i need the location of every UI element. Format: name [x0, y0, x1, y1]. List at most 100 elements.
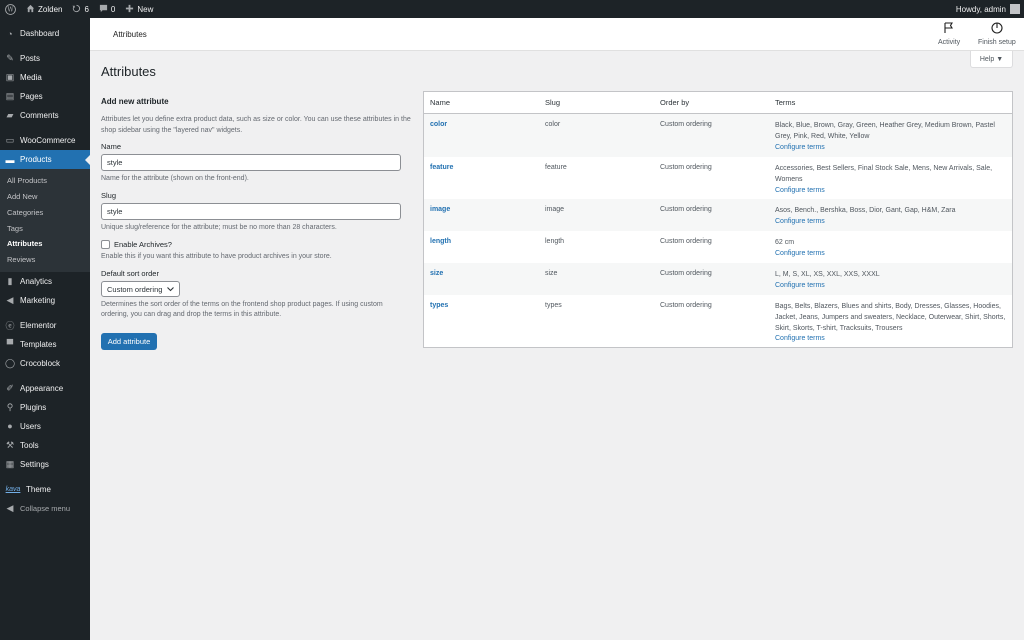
analytics-icon: ▮	[7, 275, 13, 286]
table-row: color color Custom ordering Black, Blue,…	[424, 114, 1012, 157]
menu-collapse[interactable]: ◀ Collapse menu	[0, 499, 90, 518]
menu-comments[interactable]: ▰ Comments	[0, 106, 90, 125]
attribute-name-link[interactable]: length	[424, 238, 539, 245]
configure-terms-link[interactable]: Configure terms	[775, 334, 1006, 345]
menu-label: Templates	[20, 339, 57, 349]
site-name-link[interactable]: Zolden	[21, 0, 67, 18]
updates-count: 6	[84, 4, 89, 14]
attribute-order: Custom ordering	[660, 164, 712, 171]
attributes-table: Name Slug Order by Terms color color Cus…	[423, 91, 1013, 348]
menu-analytics[interactable]: ▮ Analytics	[0, 272, 90, 291]
configure-terms-link[interactable]: Configure terms	[775, 281, 1006, 292]
finish-setup-button[interactable]: Finish setup	[978, 22, 1016, 46]
kava-logo-icon: kava	[5, 485, 21, 493]
enable-archives-label[interactable]: Enable Archives?	[114, 240, 172, 249]
wordpress-logo-icon[interactable]: W	[0, 0, 21, 18]
submenu-all-products[interactable]: All Products	[0, 173, 90, 189]
attribute-name-link[interactable]: color	[424, 121, 539, 128]
table-row: feature feature Custom ordering Accessor…	[424, 157, 1012, 199]
plugin-icon: ⚲	[6, 401, 14, 412]
media-icon: ▣	[5, 72, 15, 82]
attribute-order: Custom ordering	[660, 238, 712, 245]
archives-field-group: Enable Archives? Enable this if you want…	[101, 240, 411, 262]
menu-dashboard[interactable]: ◔ Dashboard	[0, 24, 90, 43]
menu-media[interactable]: ▣ Media	[0, 68, 90, 87]
attribute-name-link[interactable]: feature	[424, 164, 539, 171]
menu-tools[interactable]: ⚒ Tools	[0, 436, 90, 455]
crocoblock-icon: ◯	[4, 357, 16, 368]
menu-crocoblock[interactable]: ◯ Crocoblock	[0, 354, 90, 373]
attribute-name-link[interactable]: types	[424, 302, 539, 309]
pages-icon: ▤	[5, 91, 15, 101]
submenu-tags[interactable]: Tags	[0, 220, 90, 236]
menu-posts[interactable]: ✎ Posts	[0, 49, 90, 68]
attribute-terms-cell: L, M, S, XL, XS, XXL, XXS, XXXL Configur…	[769, 270, 1012, 292]
menu-products[interactable]: ▬ Products	[0, 150, 90, 169]
configure-terms-link[interactable]: Configure terms	[775, 143, 1006, 154]
comment-icon: ▰	[6, 110, 14, 120]
collapse-icon: ◀	[6, 502, 14, 513]
comments-link[interactable]: 0	[94, 0, 120, 18]
slug-input[interactable]: style	[101, 203, 401, 220]
sort-order-select[interactable]: Custom ordering	[101, 281, 180, 297]
attribute-terms: 62 cm	[775, 239, 795, 246]
enable-archives-row: Enable Archives?	[101, 240, 411, 249]
updates-link[interactable]: 6	[67, 0, 93, 18]
menu-settings[interactable]: ▦ Settings	[0, 455, 90, 474]
folder-icon: ▀	[6, 339, 14, 349]
table-row: image image Custom ordering Asos, Bench.…	[424, 199, 1012, 231]
menu-pages[interactable]: ▤ Pages	[0, 87, 90, 106]
menu-appearance[interactable]: ✐ Appearance	[0, 379, 90, 398]
menu-woocommerce[interactable]: ▭ WooCommerce	[0, 131, 90, 150]
settings-icon: ▦	[5, 458, 15, 469]
submenu-categories[interactable]: Categories	[0, 205, 90, 221]
woocommerce-header: Attributes Activity Finish setup	[90, 18, 1024, 51]
submenu-reviews[interactable]: Reviews	[0, 252, 90, 268]
attribute-slug: length	[545, 238, 565, 245]
menu-label: Media	[20, 73, 42, 82]
sort-order-description: Determines the sort order of the terms o…	[101, 301, 383, 318]
submenu-add-new[interactable]: Add New	[0, 189, 90, 205]
attribute-name-link[interactable]: image	[424, 206, 539, 213]
table-row: length length Custom ordering 62 cm Conf…	[424, 231, 1012, 263]
menu-theme[interactable]: kava Theme	[0, 480, 90, 499]
menu-users[interactable]: ● Users	[0, 417, 90, 436]
attribute-name-link[interactable]: size	[424, 270, 539, 277]
configure-terms-link[interactable]: Configure terms	[775, 249, 1006, 260]
menu-marketing[interactable]: ◀ Marketing	[0, 291, 90, 310]
flag-icon	[943, 22, 955, 36]
home-icon	[26, 4, 35, 15]
woocommerce-icon: ▭	[5, 135, 15, 145]
add-attribute-button[interactable]: Add attribute	[101, 333, 157, 350]
svg-text:W: W	[7, 6, 14, 13]
configure-terms-link[interactable]: Configure terms	[775, 186, 1006, 197]
menu-label: Tools	[20, 440, 39, 450]
slug-description: Unique slug/reference for the attribute;…	[101, 224, 337, 231]
slug-field-group: Slug style Unique slug/reference for the…	[101, 191, 411, 233]
name-field-group: Name style Name for the attribute (shown…	[101, 142, 411, 184]
slug-label: Slug	[101, 191, 117, 200]
activity-button[interactable]: Activity	[938, 22, 960, 46]
attribute-terms-cell: Asos, Bench., Bershka, Boss, Dior, Gant,…	[769, 206, 1012, 228]
help-tab-button[interactable]: Help ▼	[970, 51, 1013, 68]
table-header: Name Slug Order by Terms	[424, 92, 1012, 114]
site-name: Zolden	[38, 4, 63, 14]
menu-label: Analytics	[20, 276, 53, 286]
my-account[interactable]: Howdy, admin	[956, 4, 1024, 14]
admin-sidebar: ◔ Dashboard ✎ Posts ▣ Media ▤ Pages ▰ Comment…	[0, 18, 90, 640]
dashboard-icon: ◔	[7, 28, 13, 39]
menu-label: Theme	[26, 484, 51, 494]
menu-label: Elementor	[20, 320, 57, 330]
new-content-link[interactable]: New	[120, 0, 158, 18]
name-input[interactable]: style	[101, 154, 401, 171]
menu-label: Dashboard	[20, 29, 60, 38]
enable-archives-checkbox[interactable]	[101, 240, 110, 249]
submenu-attributes[interactable]: Attributes	[0, 236, 90, 252]
archives-description: Enable this if you want this attribute t…	[101, 253, 332, 260]
menu-plugins[interactable]: ⚲ Plugins	[0, 398, 90, 417]
attribute-terms-cell: 62 cm Configure terms	[769, 238, 1012, 260]
configure-terms-link[interactable]: Configure terms	[775, 217, 1006, 228]
menu-elementor[interactable]: ⓔ Elementor	[0, 316, 90, 335]
menu-templates[interactable]: ▀ Templates	[0, 335, 90, 354]
brush-icon: ✐	[6, 382, 14, 393]
